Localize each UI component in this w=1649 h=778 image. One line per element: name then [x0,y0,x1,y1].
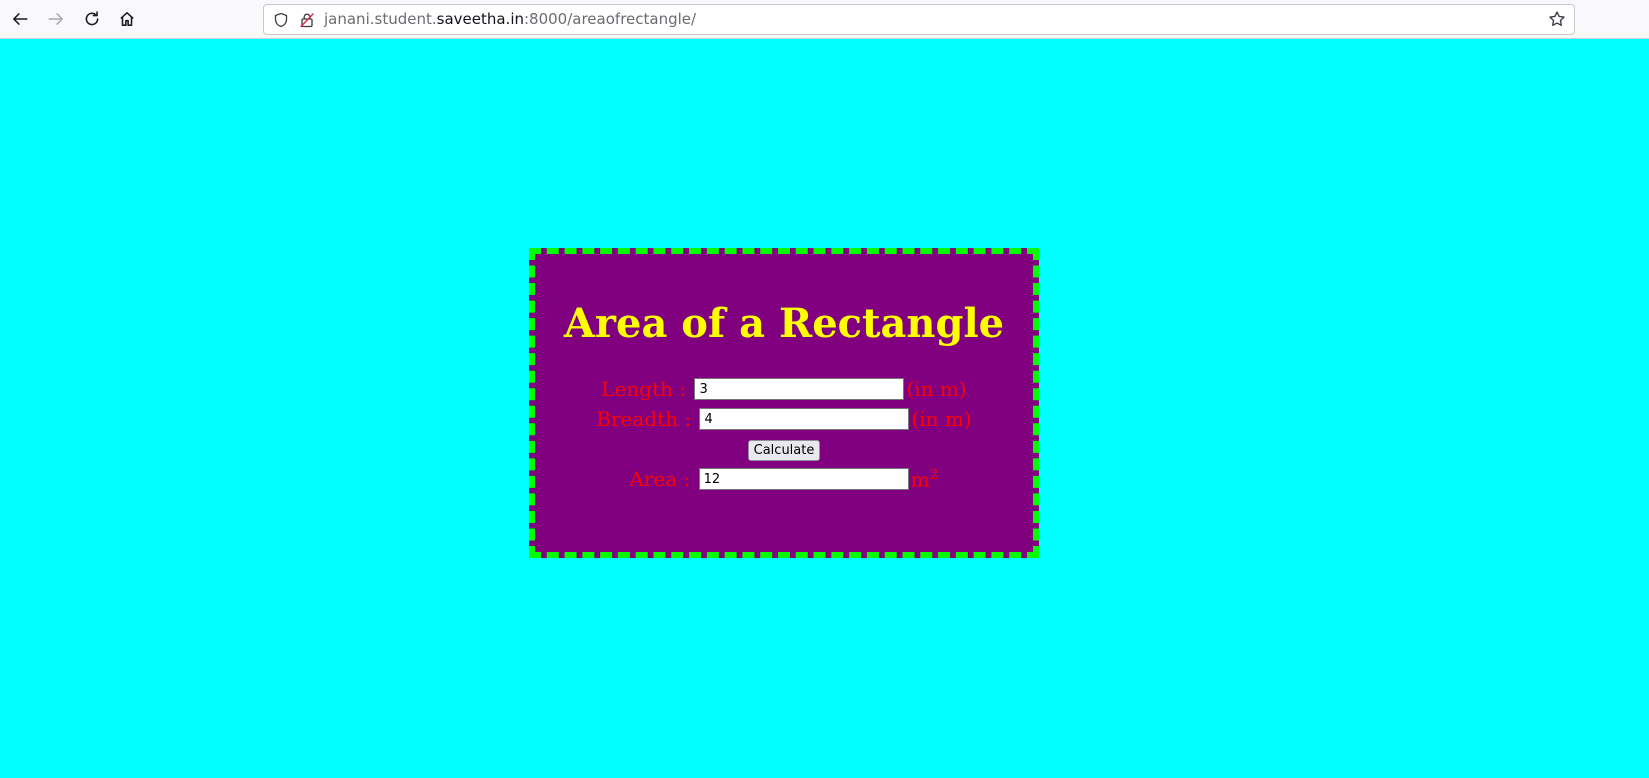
url-path: :8000/areaofrectangle/ [524,10,697,28]
url-host: saveetha.in [436,10,524,28]
area-label: Area : [629,467,691,492]
reload-icon [85,11,99,26]
shield-icon[interactable] [272,11,290,29]
home-button[interactable] [113,5,141,33]
home-icon [120,12,134,26]
breadth-label: Breadth : [596,407,692,431]
browser-toolbar: janani.student.saveetha.in:8000/areaofre… [0,0,1649,39]
area-output[interactable] [698,468,909,491]
area-unit: m2 [911,467,939,492]
bookmark-star-icon[interactable] [1548,10,1568,30]
reload-button[interactable] [78,5,106,33]
url-prefix: janani.student. [324,10,437,28]
length-input[interactable] [694,378,905,400]
insecure-lock-icon[interactable] [298,11,316,29]
forward-arrow-icon [48,13,63,25]
forward-button[interactable] [42,5,70,33]
breadth-row: Breadth : (in m) [535,407,1033,431]
breadth-unit: (in m) [911,407,972,431]
area-row: Area : m2 [535,467,1033,492]
back-arrow-icon [13,13,28,25]
back-button[interactable] [6,5,34,33]
length-unit: (in m) [906,377,967,401]
length-row: Length : (in m) [535,377,1033,401]
length-label: Length : [601,377,687,401]
calculate-button[interactable]: Calculate [747,440,821,461]
address-bar[interactable]: janani.student.saveetha.in:8000/areaofre… [263,4,1575,35]
calculate-row: Calculate [535,440,1033,461]
breadth-input[interactable] [699,408,910,430]
page-title: Area of a Rectangle [563,300,1005,347]
calculator-card: Area of a Rectangle Length : (in m) Brea… [529,248,1039,558]
url-text[interactable]: janani.student.saveetha.in:8000/areaofre… [324,5,696,34]
area-unit-base: m [910,467,930,492]
area-unit-exponent: 2 [929,467,939,483]
